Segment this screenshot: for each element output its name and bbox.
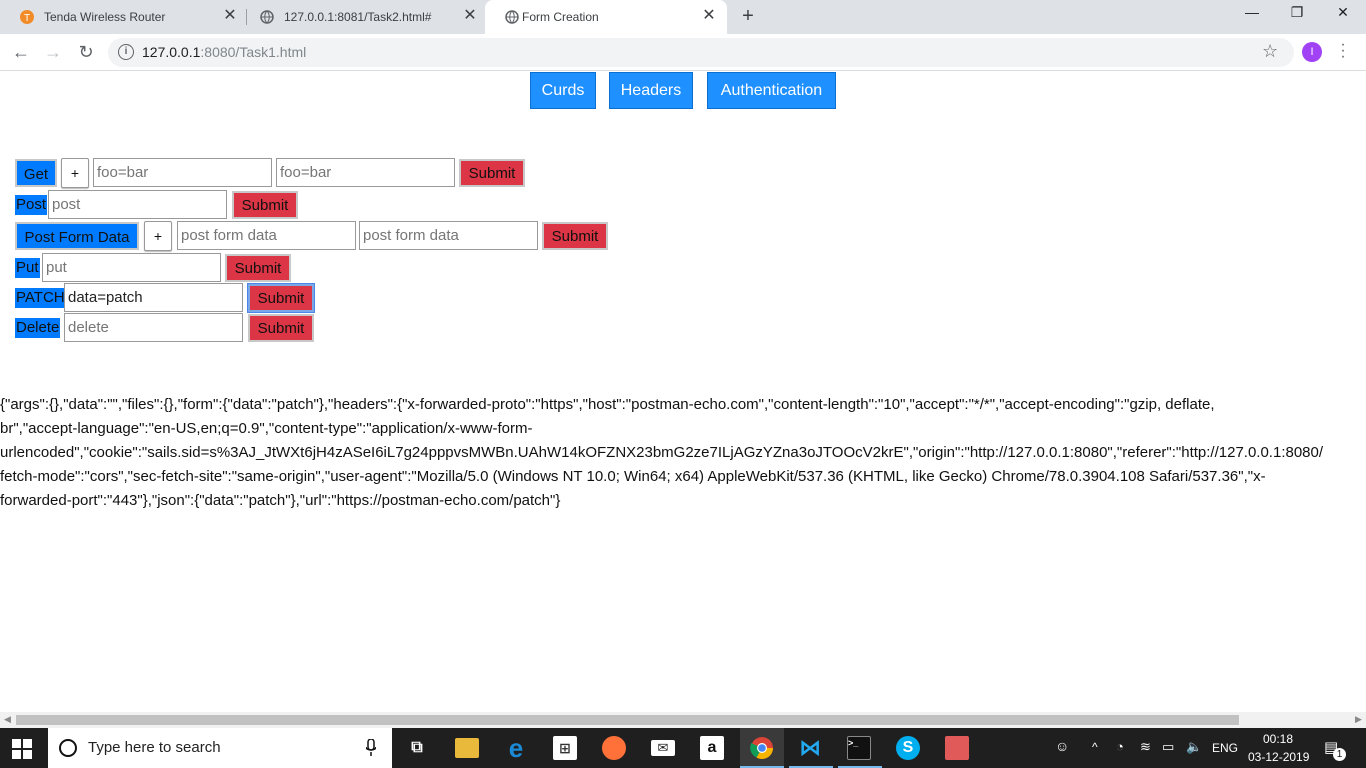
tab-strip: T Tenda Wireless Router ✕ 127.0.0.1:8081… [0, 0, 1366, 34]
post-form-submit-button[interactable]: Submit [542, 222, 608, 250]
delete-input[interactable] [64, 313, 243, 342]
browser-toolbar: ← → ↻ i 127.0.0.1:8080/Task1.html ☆ I · ·… [0, 34, 1366, 71]
tenda-favicon-icon: T [20, 10, 34, 24]
delete-label[interactable]: Delete [15, 318, 61, 338]
browser-menu-icon[interactable]: · · · [1336, 37, 1350, 65]
windows-taskbar: Type here to search ⧉ e ⊞ ✉ a ⋈ >_ S ☺ ^… [0, 728, 1366, 768]
task-view-icon[interactable]: ⧉ [405, 736, 429, 760]
clock-time[interactable]: 00:18 [1263, 732, 1293, 746]
info-icon[interactable]: i [118, 44, 134, 60]
get-submit-button[interactable]: Submit [459, 159, 525, 187]
post-input[interactable] [48, 190, 227, 219]
get-button[interactable]: Get [15, 159, 57, 187]
tab-title: 127.0.0.1:8081/Task2.html# [284, 10, 432, 24]
search-placeholder: Type here to search [88, 739, 221, 756]
profile-avatar[interactable]: I [1302, 42, 1322, 62]
url-host: 127.0.0.1 [142, 44, 201, 60]
authentication-button[interactable]: Authentication [707, 72, 836, 109]
reload-icon[interactable]: ↻ [74, 41, 98, 63]
chrome-icon[interactable] [750, 736, 774, 760]
globe-icon [505, 10, 519, 24]
tab-task2[interactable]: 127.0.0.1:8081/Task2.html# ✕ [240, 0, 485, 34]
minimize-button[interactable]: — [1242, 4, 1262, 24]
get-add-param-button[interactable]: + [61, 158, 89, 188]
tab-close-icon[interactable]: ✕ [462, 7, 478, 25]
response-line: {"args":{},"data":"","files":{},"form":{… [0, 396, 1215, 413]
post-form-key-input[interactable] [177, 221, 356, 250]
wifi-icon[interactable]: ≋ [1140, 739, 1151, 755]
forward-arrow-icon[interactable]: → [41, 41, 65, 63]
edge-browser-icon[interactable]: e [504, 735, 528, 761]
delete-submit-button[interactable]: Submit [248, 314, 314, 342]
patch-submit-button[interactable]: Submit [247, 283, 315, 313]
post-submit-button[interactable]: Submit [232, 191, 298, 219]
clock-date[interactable]: 03-12-2019 [1248, 750, 1309, 764]
volume-icon[interactable]: 🔈 [1186, 739, 1202, 755]
get-value-input[interactable] [276, 158, 455, 187]
file-explorer-icon[interactable] [455, 738, 479, 758]
terminal-icon[interactable]: >_ [847, 736, 871, 760]
page-content: Curds Headers Authentication Get + Submi… [0, 71, 1366, 712]
put-label[interactable]: Put [15, 258, 40, 278]
headers-button[interactable]: Headers [609, 72, 693, 109]
post-label[interactable]: Post [15, 195, 48, 215]
tab-title: Tenda Wireless Router [44, 10, 166, 24]
mail-icon[interactable]: ✉ [651, 740, 675, 756]
scroll-left-arrow-icon[interactable]: ◀ [4, 714, 11, 725]
scroll-right-arrow-icon[interactable]: ▶ [1355, 714, 1362, 725]
put-submit-button[interactable]: Submit [225, 254, 291, 282]
taskbar-search-box[interactable]: Type here to search [48, 728, 392, 768]
security-icon[interactable]: ◔ [1116, 739, 1124, 754]
globe-icon [260, 10, 274, 24]
put-input[interactable] [42, 253, 221, 282]
battery-icon[interactable]: ▭ [1162, 739, 1174, 755]
firefox-icon[interactable] [602, 736, 626, 760]
response-line: fetch-mode":"cors","sec-fetch-site":"sam… [0, 468, 1266, 485]
notification-count-badge: 1 [1333, 748, 1346, 761]
post-form-data-button[interactable]: Post Form Data [15, 222, 139, 250]
tab-title: Form Creation [522, 10, 599, 24]
get-key-input[interactable] [93, 158, 272, 187]
cortana-icon [59, 739, 77, 757]
scrollbar-thumb[interactable] [16, 715, 1239, 725]
tab-form-creation[interactable]: Form Creation ✕ [485, 0, 727, 34]
vscode-icon[interactable]: ⋈ [798, 736, 822, 760]
people-icon[interactable]: ☺ [1055, 738, 1069, 754]
address-bar[interactable]: i 127.0.0.1:8080/Task1.html ☆ [108, 38, 1294, 67]
patch-input[interactable] [64, 283, 243, 312]
language-indicator[interactable]: ENG [1212, 741, 1238, 755]
microphone-icon[interactable] [366, 739, 376, 757]
svg-text:T: T [24, 13, 30, 24]
store-icon[interactable]: ⊞ [553, 736, 577, 760]
url-text: 127.0.0.1:8080/Task1.html [142, 44, 306, 60]
url-path: :8080/Task1.html [200, 44, 307, 60]
tab-close-icon[interactable]: ✕ [222, 7, 238, 25]
back-arrow-icon[interactable]: ← [9, 41, 33, 63]
response-line: br","accept-language":"en-US,en;q=0.9","… [0, 420, 533, 437]
tray-chevron-icon[interactable]: ^ [1092, 740, 1098, 754]
post-form-add-param-button[interactable]: + [144, 221, 172, 251]
horizontal-scrollbar[interactable]: ◀ ▶ [0, 712, 1366, 728]
response-line: forwarded-port":"443"},"json":{"data":"p… [0, 492, 561, 509]
paint-icon[interactable] [945, 736, 969, 760]
bookmark-star-icon[interactable]: ☆ [1262, 41, 1278, 62]
tab-close-icon[interactable]: ✕ [701, 7, 717, 25]
curds-button[interactable]: Curds [530, 72, 596, 109]
skype-icon[interactable]: S [896, 736, 920, 760]
close-window-button[interactable]: ✕ [1333, 4, 1353, 24]
post-form-value-input[interactable] [359, 221, 538, 250]
patch-label[interactable]: PATCH [15, 288, 66, 308]
amazon-icon[interactable]: a [700, 736, 724, 760]
response-line: urlencoded","cookie":"sails.sid=s%3AJ_Jt… [0, 444, 1324, 461]
windows-start-icon[interactable] [12, 739, 32, 759]
response-output: {"args":{},"data":"","files":{},"form":{… [0, 393, 1366, 513]
maximize-button[interactable]: ❐ [1287, 4, 1307, 24]
tab-tenda[interactable]: T Tenda Wireless Router ✕ [0, 0, 245, 34]
new-tab-button[interactable]: + [738, 5, 758, 28]
